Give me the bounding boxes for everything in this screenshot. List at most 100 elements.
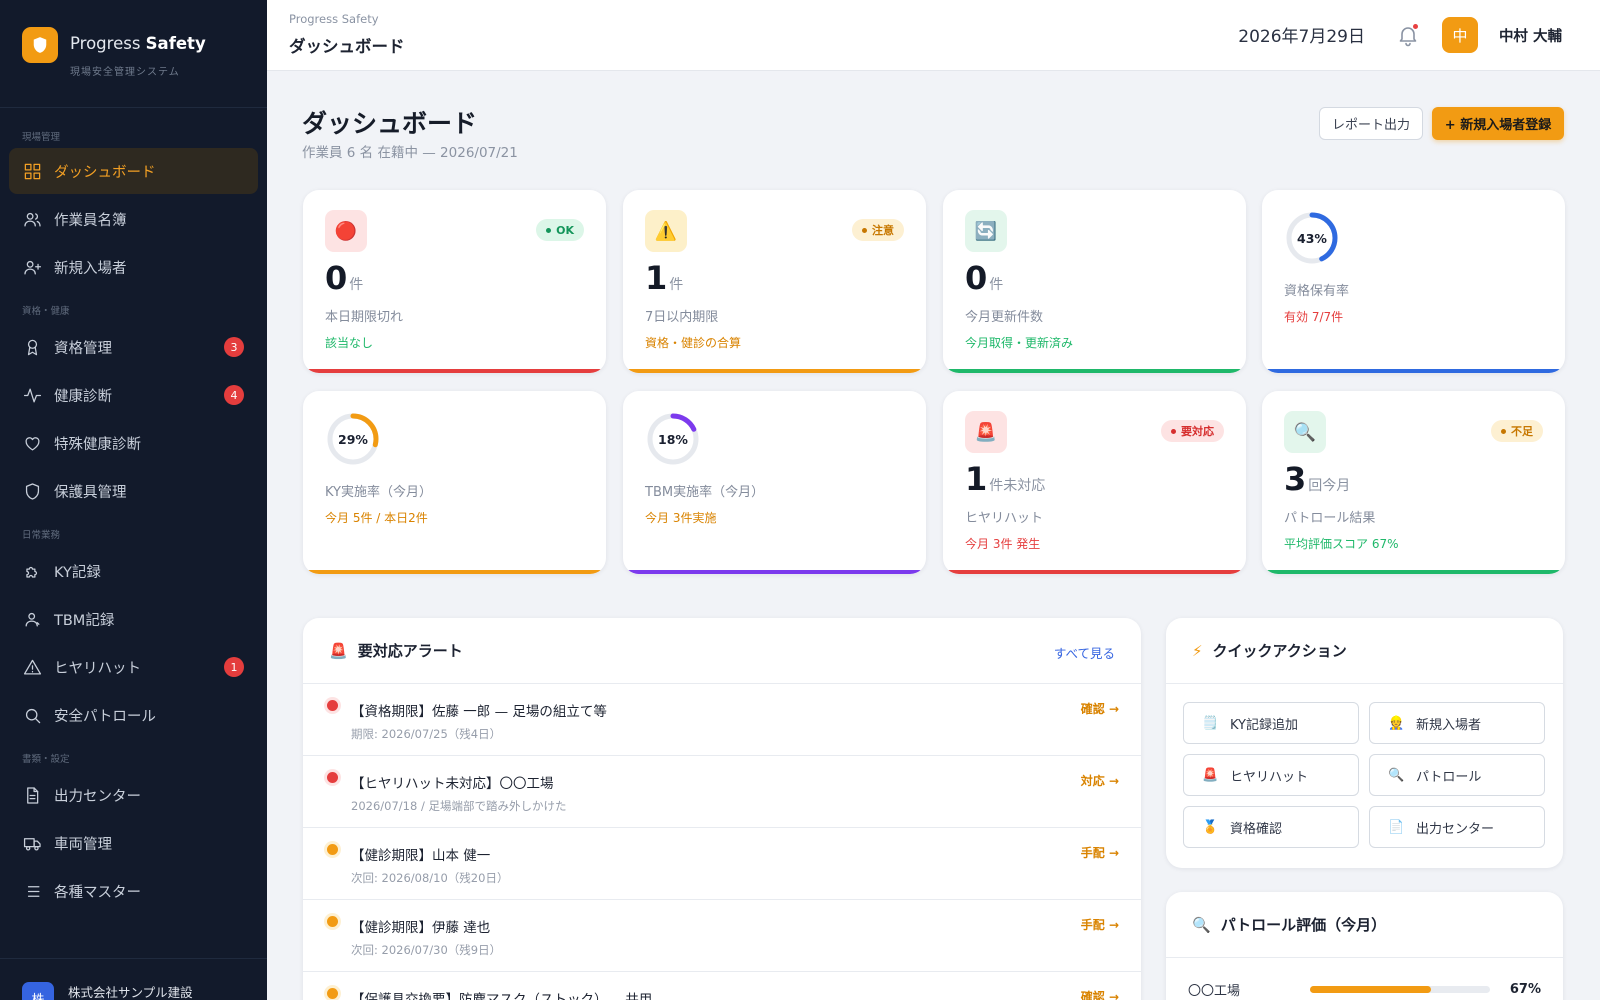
alert-action-link[interactable]: 対応 → [1081,772,1119,789]
pulse-icon [22,385,42,405]
sidebar-item-workers[interactable]: 作業員名簿 [9,196,258,242]
sidebar-item-dashboard[interactable]: ダッシュボード [9,148,258,194]
sidebar-item-label: KY記録 [54,564,101,581]
alert-subtext: 次回: 2026/08/10（残20日） [351,871,509,885]
stat-card-near-miss[interactable]: 🚨 要対応 1 件未対応 ヒヤリハット 今月 3件 発生 [943,391,1246,574]
alert-action-link[interactable]: 手配 → [1081,916,1119,933]
warning-icon: ⚠️ [645,210,687,252]
score-value: 67% [1509,981,1541,997]
nav-section-label: 書類・設定 [22,754,70,765]
quick-action-qualification-check[interactable]: 🏅 資格確認 [1183,806,1359,848]
status-badge: OK [536,219,584,241]
shield-logo-icon [22,27,58,63]
stat-card-tbm-rate[interactable]: 18% TBM実施率（今月） 今月 3件実施 [623,391,926,574]
score-bar [1310,985,1490,993]
sidebar-item-label: ヒヤリハット [54,660,141,677]
sidebar-item-ky-records[interactable]: KY記録 [9,548,258,594]
patrol-score-title: パトロール評価（今月） [1220,916,1387,934]
user-name[interactable]: 中村 大輔 [1499,25,1562,46]
alert-subtext: 期限: 2026/07/25（残4日） [351,727,502,741]
sidebar-item-new-entrants[interactable]: 新規入場者 [9,244,258,290]
stat-label: 本日期限切れ [325,310,404,325]
alert-severity-dot [327,772,338,783]
quick-action-new-entrant[interactable]: 👷 新規入場者 [1369,702,1545,744]
quick-action-patrol[interactable]: 🔍 パトロール [1369,754,1545,796]
refresh-icon: 🔄 [965,210,1007,252]
stat-card-renewals[interactable]: 🔄 0件 今月更新件数 今月取得・更新済み [943,190,1246,373]
sidebar-item-qualifications[interactable]: 資格管理 3 [9,324,258,370]
sidebar-item-label: ダッシュボード [54,164,156,181]
sidebar-item-vehicles[interactable]: 車両管理 [9,820,258,866]
alert-action-link[interactable]: 確認 → [1081,988,1119,1000]
quick-action-near-miss[interactable]: 🚨 ヒヤリハット [1183,754,1359,796]
sidebar-item-label: TBM記録 [54,612,115,629]
stat-label: TBM実施率（今月） [645,485,765,500]
card-accent-bar [303,570,606,574]
breadcrumb[interactable]: Progress Safety [289,12,379,26]
sidebar-item-safety-patrol[interactable]: 安全パトロール [9,692,258,738]
stat-note: 該当なし [325,336,374,350]
sidebar-item-health-check[interactable]: 健康診断 4 [9,372,258,418]
stat-card-expiring-7days[interactable]: ⚠️ 注意 1件 7日以内期限 資格・健診の合算 [623,190,926,373]
alert-action-link[interactable]: 手配 → [1081,844,1119,861]
stat-card-qualification-rate[interactable]: 43% 資格保有率 有効 7/7件 [1262,190,1565,373]
puzzle-icon [22,561,42,581]
register-new-entrant-button[interactable]: + 新規入場者登録 [1432,107,1564,140]
site-name: 〇〇工場 [1188,983,1241,999]
dashboard-heading: ダッシュボード [302,109,478,138]
quick-action-output-center[interactable]: 📄 出力センター [1369,806,1545,848]
ring-percent: 18% [658,431,688,447]
stat-value: 1 件未対応 [965,460,1046,498]
sidebar-item-label: 各種マスター [54,884,141,901]
brand: Progress Safety 現場安全管理システム [0,0,267,108]
stat-card-ky-rate[interactable]: 29% KY実施率（今月） 今月 5件 / 本日2件 [303,391,606,574]
stat-card-patrol[interactable]: 🔍 不足 3 回今月 パトロール結果 平均評価スコア 67% [1262,391,1565,574]
count-badge: 3 [224,337,244,357]
alert-severity-dot [327,844,338,855]
lightning-icon: ⚡ [1192,641,1203,660]
alert-severity-dot [327,916,338,927]
worker-icon: 👷 [1388,715,1405,731]
quick-action-ky-record[interactable]: 🗒️ KY記録追加 [1183,702,1359,744]
alert-item[interactable]: 【資格期限】佐藤 一郎 — 足場の組立て等 期限: 2026/07/25（残4日… [303,684,1141,756]
count-badge: 4 [224,385,244,405]
magnifier-icon: 🔍 [1192,915,1211,934]
sidebar-item-protective-gear[interactable]: 保護具管理 [9,468,258,514]
alert-title: 【資格期限】佐藤 一郎 — 足場の組立て等 [351,704,607,720]
quick-actions-title: クイックアクション [1212,642,1347,660]
alert-item[interactable]: 【保護具交換要】防塵マスク（ストック）— 共用 確認 → [303,972,1141,1000]
card-accent-bar [1262,369,1565,373]
alert-action-link[interactable]: 確認 → [1081,700,1119,717]
alert-title: 【健診期限】山本 健一 [351,848,491,864]
stat-value: 0件 [965,259,1004,297]
sidebar-item-tbm-records[interactable]: TBM記録 [9,596,258,642]
sidebar-item-label: 安全パトロール [54,708,156,725]
sidebar-item-output-center[interactable]: 出力センター [9,772,258,818]
alert-title: 【保護具交換要】防塵マスク（ストック）— 共用 [351,992,653,1000]
alert-item[interactable]: 【健診期限】山本 健一 次回: 2026/08/10（残20日） 手配 → [303,828,1141,900]
sidebar-item-label: 資格管理 [54,340,112,357]
count-badge: 1 [224,657,244,677]
patrol-score-row[interactable]: 〇〇工場 67% [1188,978,1541,1000]
users-icon [22,209,42,229]
report-export-button[interactable]: レポート出力 [1319,107,1423,140]
bell-icon[interactable] [1396,23,1420,47]
alert-subtext: 次回: 2026/07/30（残9日） [351,943,502,957]
quick-actions-header: ⚡ クイックアクション [1166,618,1563,684]
card-accent-bar [1262,570,1565,574]
sidebar-item-label: 出力センター [54,788,141,805]
view-all-link[interactable]: すべて見る [1054,643,1115,662]
siren-icon: 🚨 [965,411,1007,453]
sidebar-item-special-health-check[interactable]: 特殊健康診断 [9,420,258,466]
sidebar-item-near-miss[interactable]: ヒヤリハット 1 [9,644,258,690]
alerts-title: 要対応アラート [357,642,463,660]
alert-item[interactable]: 【健診期限】伊藤 達也 次回: 2026/07/30（残9日） 手配 → [303,900,1141,972]
company-switcher[interactable]: 株 株式会社サンプル建設 [0,958,267,1000]
magnifier-icon: 🔍 [1388,767,1405,783]
document-icon [22,785,42,805]
avatar[interactable]: 中 [1442,17,1478,53]
stat-card-expired-today[interactable]: 🔴 OK 0件 本日期限切れ 該当なし [303,190,606,373]
alert-item[interactable]: 【ヒヤリハット未対応】〇〇工場 2026/07/18 / 足場端部で踏み外しかけ… [303,756,1141,828]
award-icon [22,337,42,357]
sidebar-item-masters[interactable]: 各種マスター [9,868,258,914]
